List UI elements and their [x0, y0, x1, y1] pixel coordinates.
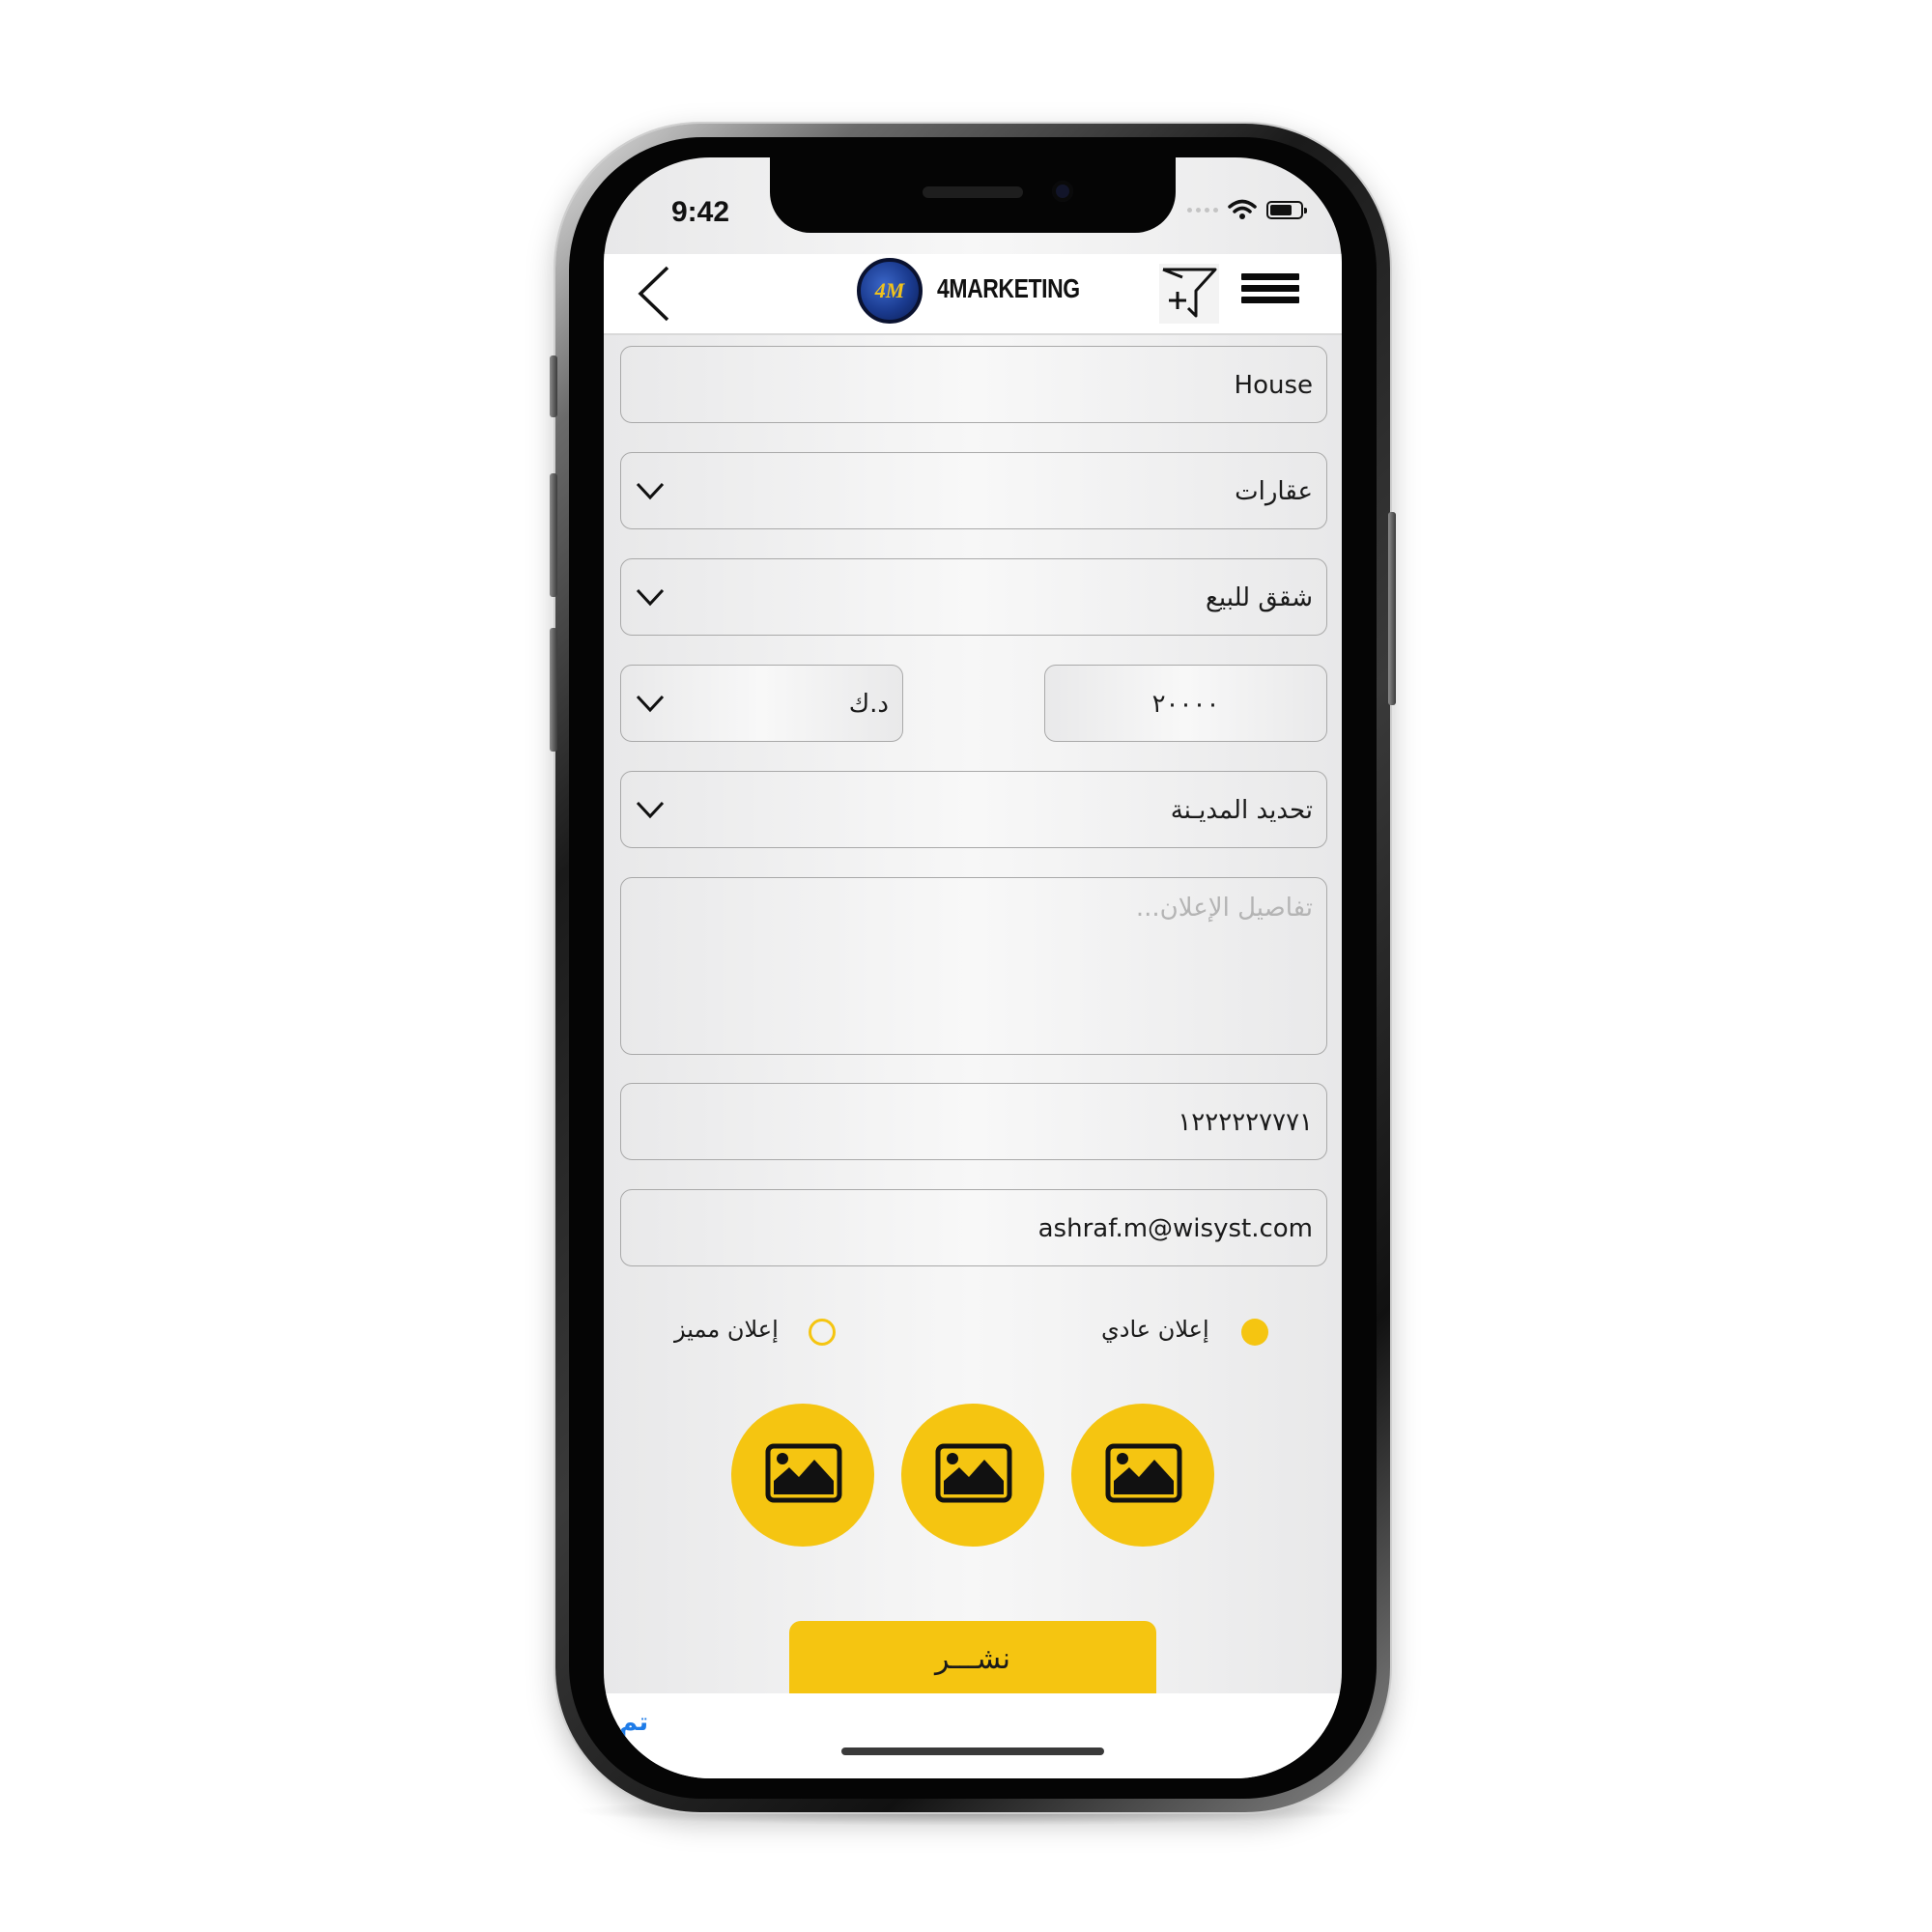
phone-input[interactable]: ١٢٢٢٢٢٧٧٧١	[620, 1083, 1327, 1160]
brand-name: 4MARKETING	[937, 273, 1080, 303]
ad-title-value: House	[1234, 371, 1313, 400]
menu-line	[1241, 285, 1299, 292]
category-value: عقارات	[1235, 477, 1313, 506]
home-indicator	[841, 1747, 1104, 1755]
signal-icon	[1187, 207, 1218, 213]
ad-type-featured-label: إعلان مميز	[674, 1316, 779, 1343]
ad-type-regular-label: إعلان عادي	[1101, 1316, 1209, 1343]
currency-value: د.ك	[848, 690, 889, 719]
menu-line	[1241, 273, 1299, 280]
volume-down-button	[550, 628, 557, 752]
subcategory-select[interactable]: شقق للبيع	[620, 558, 1327, 636]
filter-plus-icon	[1162, 268, 1217, 318]
ad-type-featured-radio[interactable]	[809, 1319, 836, 1346]
phone-value: ١٢٢٢٢٢٧٧٧١	[1178, 1108, 1313, 1137]
wifi-icon	[1228, 199, 1257, 219]
currency-select[interactable]: د.ك	[620, 665, 903, 742]
speaker-grille	[923, 186, 1023, 198]
category-select[interactable]: عقارات	[620, 452, 1327, 529]
chevron-left-icon	[638, 266, 669, 322]
app-logo: 4M	[857, 258, 923, 324]
image-upload-button-1[interactable]	[731, 1404, 874, 1547]
price-value: ٢٠٠٠٠	[1151, 690, 1220, 719]
ad-details-placeholder: تفاصيل الإعلان...	[1135, 894, 1313, 923]
app-header: 4M 4MARKETING	[604, 254, 1342, 335]
chevron-down-icon	[636, 588, 665, 607]
image-icon	[1105, 1443, 1182, 1503]
status-icons	[1187, 199, 1307, 220]
image-icon	[935, 1443, 1012, 1503]
image-icon	[765, 1443, 842, 1503]
city-select[interactable]: تحديد المديـنة	[620, 771, 1327, 848]
add-filter-button[interactable]	[1159, 264, 1219, 324]
battery-icon	[1266, 200, 1307, 219]
chevron-down-icon	[636, 482, 665, 500]
app-screen: 9:42 4M 4MARKETING House عقارات شقق للبي…	[604, 157, 1342, 1778]
hamburger-menu-button[interactable]	[1241, 273, 1299, 312]
ad-details-textarea[interactable]: تفاصيل الإعلان...	[620, 877, 1327, 1055]
city-value: تحديد المديـنة	[1170, 796, 1313, 825]
subcategory-value: شقق للبيع	[1206, 583, 1313, 612]
email-input[interactable]: ashraf.m@wisyst.com	[620, 1189, 1327, 1266]
notch	[770, 157, 1176, 233]
chevron-down-icon	[636, 801, 665, 819]
done-button[interactable]: تم	[619, 1708, 648, 1737]
keyboard-accessory-bar	[604, 1693, 1342, 1778]
volume-up-button	[550, 473, 557, 597]
chevron-down-icon	[636, 695, 665, 713]
logo-mark: 4M	[874, 278, 905, 302]
back-button[interactable]	[633, 262, 681, 326]
power-button	[1388, 512, 1396, 705]
menu-line	[1241, 297, 1299, 303]
silent-switch	[550, 355, 557, 417]
publish-button[interactable]: نشـــر	[789, 1621, 1156, 1698]
ad-type-regular-radio[interactable]	[1241, 1319, 1268, 1346]
status-time: 9:42	[671, 196, 730, 228]
image-upload-button-2[interactable]	[901, 1404, 1044, 1547]
email-value: ashraf.m@wisyst.com	[1037, 1214, 1313, 1243]
image-upload-button-3[interactable]	[1071, 1404, 1214, 1547]
front-camera	[1052, 181, 1073, 202]
price-input[interactable]: ٢٠٠٠٠	[1044, 665, 1327, 742]
ad-title-input[interactable]: House	[620, 346, 1327, 423]
